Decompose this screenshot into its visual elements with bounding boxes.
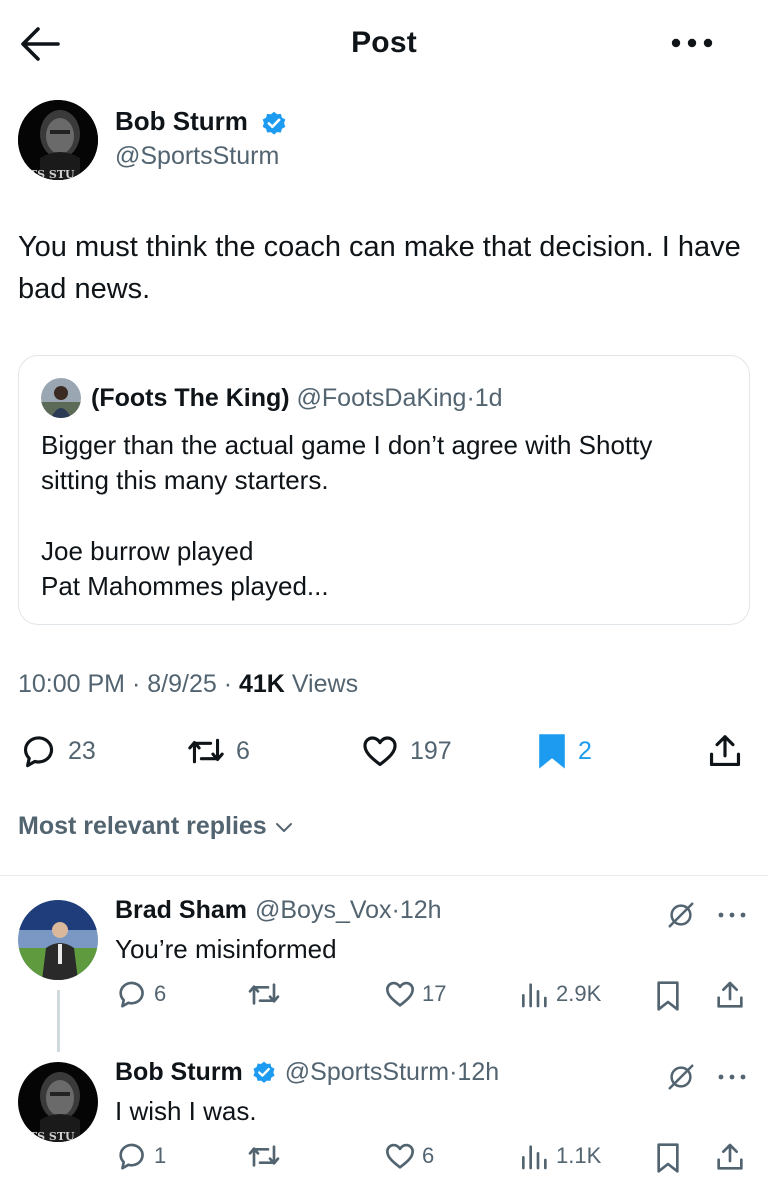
reply-count: 23 — [68, 736, 96, 765]
more-horizontal-icon[interactable] — [716, 908, 748, 922]
quoted-line: Pat Mahommes played... — [41, 571, 329, 601]
quoted-text: Bigger than the actual game I don’t agre… — [41, 428, 731, 604]
quoted-separator: · — [466, 384, 475, 412]
svg-text:RTS STU: RTS STU — [20, 1130, 75, 1142]
post-time: 10:00 PM — [18, 670, 126, 698]
quoted-line: sitting this many starters. — [41, 465, 329, 495]
share-icon[interactable] — [714, 978, 746, 1012]
quoted-line: Joe burrow played — [41, 536, 254, 566]
share-icon — [709, 735, 741, 767]
like-count: 6 — [422, 1143, 435, 1168]
post-actions: 23 6 197 2 — [0, 725, 768, 777]
repost-button[interactable]: 6 — [186, 725, 250, 777]
author-name[interactable]: Bob Sturm — [115, 106, 248, 137]
quoted-line: Bigger than the actual game I don’t agre… — [41, 430, 653, 460]
quoted-avatar — [41, 378, 81, 418]
bookmark-button[interactable]: 2 — [536, 725, 592, 777]
reply-count: 1 — [154, 1143, 167, 1168]
grok-icon[interactable] — [666, 900, 696, 930]
verified-badge-icon — [262, 111, 286, 135]
repost-icon — [188, 738, 224, 764]
views-button[interactable]: 1.1K — [518, 1140, 601, 1172]
repost-icon — [248, 983, 280, 1005]
reply-icon — [119, 1143, 144, 1170]
heart-icon — [386, 1143, 414, 1169]
reply-count: 6 — [154, 981, 167, 1006]
divider — [0, 875, 768, 876]
analytics-icon — [522, 983, 547, 1008]
like-count: 17 — [422, 981, 447, 1006]
reply-button[interactable]: 6 — [116, 978, 166, 1010]
avatar[interactable]: RTS STU — [18, 100, 98, 180]
replies-sort-label: Most relevant replies — [18, 812, 267, 840]
quoted-time: 1d — [474, 384, 503, 412]
views-button[interactable]: 2.9K — [518, 978, 601, 1010]
quoted-post[interactable]: (Foots The King) @FootsDaKing·1d Bigger … — [18, 355, 750, 625]
post-timestamp: 10:00 PM · 8/9/25 · 41K Views — [18, 670, 358, 699]
more-horizontal-icon — [671, 38, 713, 48]
post-date: 8/9/25 — [147, 670, 217, 698]
svg-text:RTS STU: RTS STU — [20, 168, 75, 180]
heart-icon — [363, 736, 397, 767]
avatar[interactable]: RTS STU — [18, 1062, 98, 1142]
like-button[interactable]: 6 — [384, 1140, 434, 1172]
reply-text: You’re misinformed — [115, 934, 337, 964]
reply-author-handle[interactable]: @SportsSturm·12h — [285, 1058, 499, 1087]
share-icon[interactable] — [714, 1140, 746, 1174]
like-button[interactable]: 17 — [384, 978, 446, 1010]
page-title: Post — [351, 26, 417, 59]
share-button[interactable] — [706, 725, 744, 777]
thread-connector — [57, 990, 60, 1052]
post-text: You must think the coach can make that d… — [18, 231, 741, 305]
heart-icon — [386, 981, 414, 1007]
author-handle[interactable]: @SportsSturm — [115, 142, 279, 171]
views-count: 2.9K — [556, 981, 602, 1006]
avatar[interactable] — [18, 900, 98, 980]
views-count: 41K — [239, 670, 285, 698]
top-bar: Post — [0, 0, 768, 88]
quoted-handle: @FootsDaKing — [296, 384, 467, 412]
replies-sort-dropdown[interactable]: Most relevant replies — [18, 812, 297, 841]
repost-count: 6 — [236, 736, 250, 765]
more-horizontal-icon[interactable] — [716, 1070, 748, 1084]
bookmark-icon[interactable] — [654, 1142, 682, 1174]
like-button[interactable]: 197 — [360, 725, 452, 777]
quoted-name: (Foots The King) — [91, 384, 290, 412]
repost-button[interactable] — [246, 1140, 288, 1172]
reply-button[interactable]: 23 — [20, 725, 96, 777]
reply-author-name[interactable]: Bob Sturm — [115, 1058, 243, 1087]
reply-author-handle[interactable]: @Boys_Vox·12h — [255, 896, 442, 925]
reply-author-name[interactable]: Brad Sham — [115, 896, 247, 925]
separator: · — [131, 670, 141, 698]
separator: · — [223, 670, 233, 698]
reply-header: Bob Sturm @SportsSturm·12h — [115, 1058, 499, 1087]
more-options-button[interactable] — [668, 28, 732, 58]
bookmark-filled-icon — [539, 734, 565, 769]
bookmark-count: 2 — [578, 736, 592, 765]
grok-icon[interactable] — [666, 1062, 696, 1092]
post-author: RTS STU Bob Sturm @SportsSturm — [18, 98, 718, 188]
repost-button[interactable] — [246, 978, 288, 1010]
quoted-header: (Foots The King) @FootsDaKing·1d — [91, 384, 503, 413]
like-count: 197 — [410, 736, 452, 765]
verified-badge-icon — [253, 1061, 275, 1083]
reply-icon — [119, 981, 144, 1008]
chevron-down-icon — [275, 822, 292, 832]
bookmark-icon[interactable] — [654, 980, 682, 1012]
repost-icon — [248, 1145, 280, 1167]
views-count: 1.1K — [556, 1143, 602, 1168]
reply-text: I wish I was. — [115, 1096, 257, 1126]
reply-icon — [23, 736, 54, 768]
views-label[interactable]: Views — [292, 670, 358, 698]
analytics-icon — [522, 1145, 547, 1170]
reply-button[interactable]: 1 — [116, 1140, 166, 1172]
reply-header: Brad Sham @Boys_Vox·12h — [115, 896, 442, 925]
